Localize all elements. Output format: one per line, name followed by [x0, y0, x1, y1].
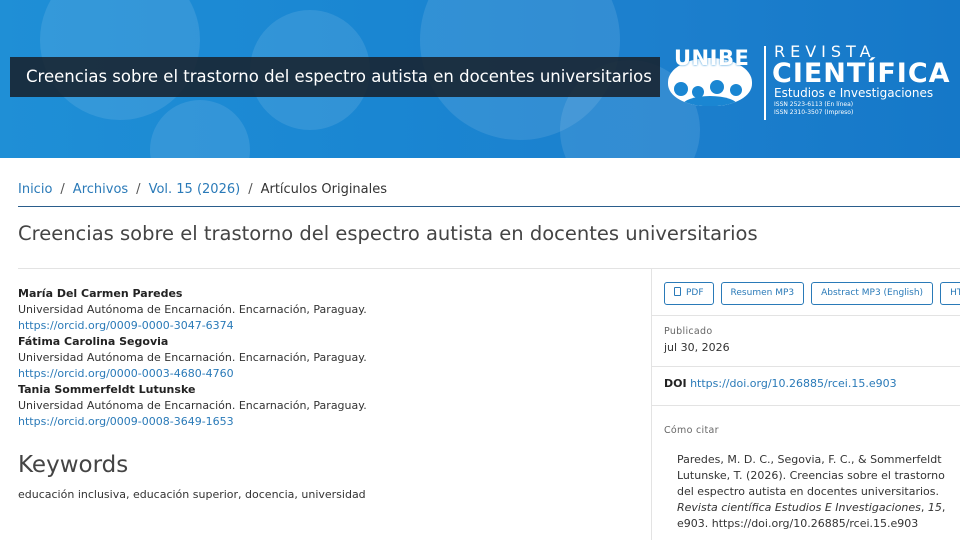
sidebar-section-divider	[652, 366, 960, 367]
breadcrumb-archives-link[interactable]: Archivos	[73, 182, 128, 197]
author-affiliation: Universidad Autónoma de Encarnación. Enc…	[18, 303, 367, 316]
logo-divider	[764, 46, 766, 120]
sidebar-section-divider	[652, 315, 960, 316]
cite-label: Cómo citar	[664, 425, 719, 436]
published-date: jul 30, 2026	[664, 341, 730, 354]
citation-main: Paredes, M. D. C., Segovia, F. C., & Som…	[677, 453, 945, 498]
citation-journal: Revista científica Estudios E Investigac…	[677, 501, 921, 514]
file-pdf-icon	[674, 287, 681, 296]
citation-article: e903.	[677, 517, 709, 530]
galley-links: PDF Resumen MP3 Abstract MP3 (English) HTML	[664, 282, 960, 305]
breadcrumb-separator: /	[60, 182, 65, 197]
keywords-heading: Keywords	[18, 452, 129, 478]
breadcrumb-divider	[18, 206, 960, 207]
doi-link[interactable]: https://doi.org/10.26885/rcei.15.e903	[690, 377, 897, 390]
header-banner: Creencias sobre el trastorno del espectr…	[0, 0, 960, 158]
author-name: Tania Sommerfeldt Lutunske	[18, 383, 196, 396]
title-divider	[18, 268, 960, 269]
logo-cientifica: CIENTÍFICA	[772, 58, 951, 89]
doi-row: DOI https://doi.org/10.26885/rcei.15.e90…	[664, 377, 897, 390]
author-entry: Tania Sommerfeldt Lutunske Universidad A…	[18, 382, 638, 430]
author-name: Fátima Carolina Segovia	[18, 335, 169, 348]
galley-label: PDF	[686, 288, 704, 298]
citation-doi: https://doi.org/10.26885/rcei.15.e903	[711, 517, 919, 530]
author-affiliation: Universidad Autónoma de Encarnación. Enc…	[18, 351, 367, 364]
sidebar-section-divider	[652, 405, 960, 406]
author-orcid-link[interactable]: https://orcid.org/0000-0003-4680-4760	[18, 366, 638, 382]
banner-decoration	[150, 100, 250, 158]
abstract-mp3-button[interactable]: Abstract MP3 (English)	[811, 282, 934, 305]
breadcrumb-volume-link[interactable]: Vol. 15 (2026)	[149, 182, 241, 197]
logo-brand: UNIBE	[674, 46, 750, 70]
author-orcid-link[interactable]: https://orcid.org/0009-0008-3649-1653	[18, 414, 638, 430]
journal-logo[interactable]: UNIBE REVISTA CIENTÍFICA Estudios e Inve…	[668, 40, 958, 120]
pdf-galley-button[interactable]: PDF	[664, 282, 714, 305]
author-entry: Fátima Carolina Segovia Universidad Autó…	[18, 334, 638, 382]
published-label: Publicado	[664, 326, 713, 337]
html-galley-button[interactable]: HTML	[940, 282, 960, 305]
citation-volume: 15	[927, 501, 942, 514]
citation-text: Paredes, M. D. C., Segovia, F. C., & Som…	[677, 453, 946, 530]
banner-article-title: Creencias sobre el trastorno del espectr…	[10, 57, 660, 97]
breadcrumb-current: Artículos Originales	[260, 182, 388, 197]
breadcrumb: Inicio / Archivos / Vol. 15 (2026) / Artículos…	[18, 182, 387, 197]
doi-label: DOI	[664, 377, 687, 390]
keywords-list: educación inclusiva, educación superior,…	[18, 488, 366, 501]
logo-issn-print: ISSN 2310-3507 (Impreso)	[774, 109, 854, 116]
author-entry: María Del Carmen Paredes Universidad Aut…	[18, 286, 638, 334]
logo-subtitle: Estudios e Investigaciones	[774, 86, 934, 100]
breadcrumb-separator: /	[248, 182, 253, 197]
logo-issn-online: ISSN 2523-6113 (En línea)	[774, 101, 854, 108]
breadcrumb-separator: /	[136, 182, 141, 197]
author-affiliation: Universidad Autónoma de Encarnación. Enc…	[18, 399, 367, 412]
breadcrumb-home-link[interactable]: Inicio	[18, 182, 52, 197]
resumen-mp3-button[interactable]: Resumen MP3	[720, 282, 805, 305]
page-title: Creencias sobre el trastorno del espectr…	[18, 222, 758, 245]
author-name: María Del Carmen Paredes	[18, 287, 183, 300]
author-orcid-link[interactable]: https://orcid.org/0009-0000-3047-6374	[18, 318, 638, 334]
author-list: María Del Carmen Paredes Universidad Aut…	[18, 286, 638, 430]
